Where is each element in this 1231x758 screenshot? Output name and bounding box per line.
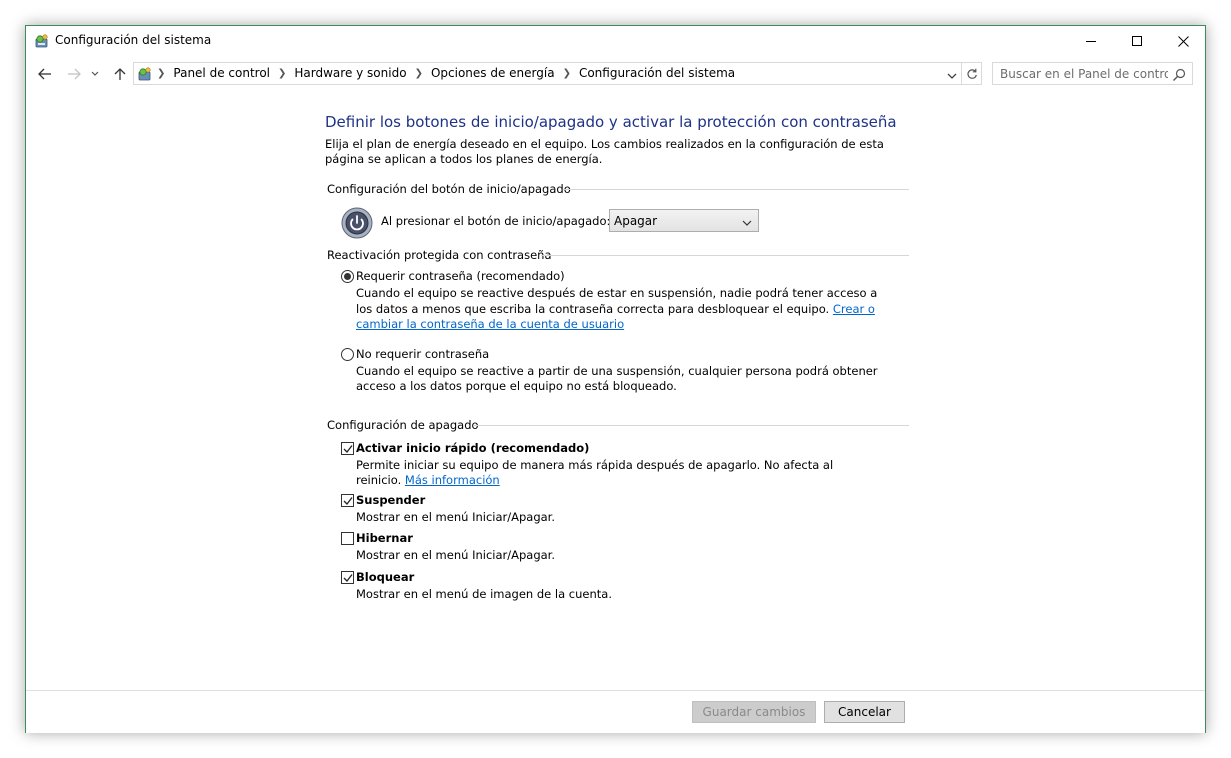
forward-arrow-icon	[68, 68, 81, 80]
checkmark-icon	[343, 573, 353, 582]
maximize-button[interactable]	[1114, 26, 1160, 56]
power-button-setting: Al presionar el botón de inicio/apagado:…	[325, 205, 905, 245]
control-panel-window: Configuración del sistema ❯ Panel de con…	[25, 25, 1206, 733]
breadcrumb: ❯ Panel de control ❯ Hardware y sonido ❯…	[157, 66, 735, 80]
chevron-down-icon	[947, 73, 957, 79]
checkbox-label[interactable]: Suspender	[356, 493, 905, 508]
search-input[interactable]	[993, 63, 1168, 84]
checkbox[interactable]	[341, 532, 354, 545]
checkmark-icon	[343, 444, 353, 453]
address-box[interactable]: ❯ Panel de control ❯ Hardware y sonido ❯…	[133, 62, 982, 85]
chevron-right-icon[interactable]: ❯	[415, 68, 423, 79]
breadcrumb-item-configuracion-del-sistema[interactable]: Configuración del sistema	[579, 66, 735, 80]
radio-option-no-password[interactable]: No requerir contraseña Cuando el equipo …	[325, 347, 905, 395]
radio-label[interactable]: Requerir contraseña (recomendado)	[356, 269, 905, 284]
checkbox-lock[interactable]: Bloquear Mostrar en el menú de imagen de…	[325, 570, 905, 603]
breadcrumb-item-hardware-y-sonido[interactable]: Hardware y sonido	[294, 66, 406, 80]
search-icon[interactable]	[1172, 67, 1186, 81]
option-description: Cuando el equipo se reactive a partir de…	[356, 363, 878, 394]
bottom-button-bar: Guardar cambios Cancelar	[26, 690, 1205, 733]
cancel-button[interactable]: Cancelar	[824, 701, 905, 723]
save-changes-button[interactable]: Guardar cambios	[692, 701, 816, 723]
refresh-icon	[966, 68, 977, 79]
power-button-label: Al presionar el botón de inicio/apagado:	[381, 214, 611, 228]
select-value: Apagar	[614, 214, 658, 228]
refresh-button[interactable]	[961, 63, 981, 84]
chevron-right-icon[interactable]: ❯	[563, 68, 571, 79]
close-button[interactable]	[1160, 26, 1206, 56]
breadcrumb-item-opciones-de-energia[interactable]: Opciones de energía	[431, 66, 555, 80]
search-box[interactable]	[992, 62, 1193, 85]
checkbox[interactable]	[341, 441, 354, 455]
checkbox-hibernate[interactable]: Hibernar Mostrar en el menú Iniciar/Apag…	[325, 531, 905, 564]
option-description: Mostrar en el menú de imagen de la cuent…	[356, 586, 612, 601]
option-description: Cuando el equipo se reactive después de …	[356, 286, 878, 331]
shutdown-group-title: Configuración de apagado	[325, 417, 909, 433]
main-content: Definir los botones de inicio/apagado y …	[325, 112, 909, 603]
radio-label[interactable]: No requerir contraseña	[356, 347, 905, 362]
back-arrow-icon	[38, 68, 51, 80]
radio-option-require-password[interactable]: Requerir contraseña (recomendado) Cuando…	[325, 269, 905, 333]
power-icon	[341, 207, 373, 239]
page-description: Elija el plan de energía deseado en el e…	[325, 137, 884, 166]
forward-button[interactable]	[64, 64, 84, 84]
chevron-down-icon	[91, 71, 99, 76]
option-description: Mostrar en el menú Iniciar/Apagar.	[356, 548, 556, 562]
control-panel-icon	[137, 66, 153, 82]
control-panel-icon	[34, 33, 50, 49]
group-divider	[473, 424, 909, 426]
more-info-link[interactable]: Más información	[405, 473, 500, 487]
checkbox-label[interactable]: Activar inicio rápido (recomendado)	[356, 441, 905, 456]
checkmark-icon	[343, 496, 353, 505]
minimize-button[interactable]	[1068, 26, 1114, 56]
checkbox-label[interactable]: Hibernar	[356, 531, 905, 546]
power-button-action-select[interactable]: Apagar	[609, 209, 759, 232]
minimize-icon	[1086, 41, 1096, 42]
option-description: Mostrar en el menú Iniciar/Apagar.	[356, 509, 556, 524]
chevron-right-icon[interactable]: ❯	[278, 68, 286, 79]
recent-locations-button[interactable]	[89, 64, 101, 84]
maximize-icon	[1132, 36, 1142, 46]
chevron-down-icon	[742, 216, 752, 230]
power-button-group-title: Configuración del botón de inicio/apagad…	[325, 181, 909, 197]
group-divider	[563, 189, 909, 190]
option-description: Permite iniciar su equipo de manera más …	[356, 457, 834, 488]
chevron-right-icon[interactable]: ❯	[157, 68, 165, 79]
password-group-title: Reactivación protegida con contraseña	[325, 247, 909, 263]
breadcrumb-item-panel-de-control[interactable]: Panel de control	[173, 66, 270, 80]
window-title: Configuración del sistema	[55, 33, 212, 47]
checkbox-sleep[interactable]: Suspender Mostrar en el menú Iniciar/Apa…	[325, 493, 905, 526]
checkbox-fast-startup[interactable]: Activar inicio rápido (recomendado) Perm…	[325, 441, 905, 489]
title-bar[interactable]: Configuración del sistema	[26, 26, 1205, 57]
address-bar-row: ❯ Panel de control ❯ Hardware y sonido ❯…	[26, 59, 1205, 89]
address-dropdown-button[interactable]	[946, 67, 960, 81]
checkbox[interactable]	[341, 493, 354, 507]
close-icon	[1177, 35, 1189, 47]
group-divider	[541, 255, 909, 256]
back-button[interactable]	[35, 64, 55, 84]
page-title: Definir los botones de inicio/apagado y …	[325, 113, 897, 131]
checkbox-label[interactable]: Bloquear	[356, 570, 905, 585]
up-arrow-icon	[114, 68, 126, 80]
radio-button[interactable]	[341, 347, 354, 361]
radio-button[interactable]	[341, 270, 354, 283]
checkbox[interactable]	[341, 570, 354, 584]
up-button[interactable]	[110, 64, 130, 84]
